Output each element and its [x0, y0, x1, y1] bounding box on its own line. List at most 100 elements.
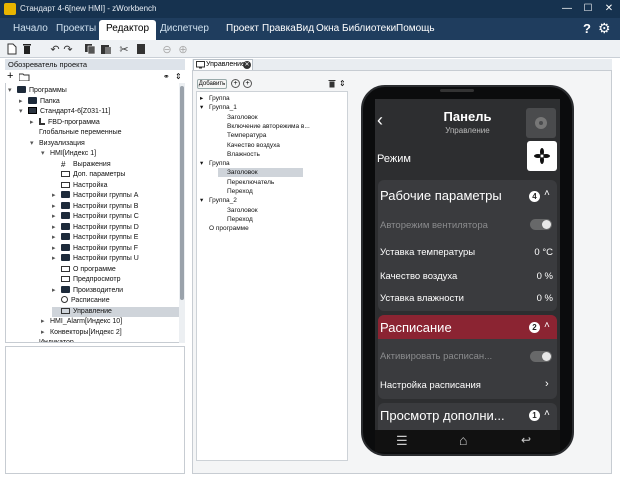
screen-list-item[interactable]: ▾ Группа: [200, 159, 230, 168]
close-window-button[interactable]: ✕: [602, 2, 616, 15]
reorder-icon[interactable]: ⇕: [339, 79, 346, 88]
screen-list-item[interactable]: Переключатель: [218, 178, 274, 187]
editor-tab-control[interactable]: Управление ✕: [193, 59, 253, 70]
tree-item[interactable]: ▸ FBD-программа: [30, 117, 100, 128]
chevron-right-icon[interactable]: ▸: [52, 254, 61, 264]
new-file-icon[interactable]: [5, 42, 19, 56]
chevron-right-icon[interactable]: ▸: [52, 286, 61, 296]
screen-list-item[interactable]: Переход: [218, 215, 253, 224]
tree-item[interactable]: ▸ Настройки группы D: [52, 222, 139, 233]
chevron-right-icon[interactable]: ▸: [52, 233, 61, 243]
chevron-right-icon[interactable]: ▸: [41, 317, 50, 327]
forward-nav-icon[interactable]: ⊕: [176, 42, 190, 56]
menu-icon[interactable]: ☰: [396, 433, 408, 449]
undo-icon[interactable]: ↶: [48, 42, 62, 56]
link-icon[interactable]: ⚭: [163, 72, 170, 81]
tree-item[interactable]: ▸ HMI_Alarm[Индекс 10]: [41, 317, 122, 327]
mode-fan-button[interactable]: [527, 141, 557, 171]
cut-icon[interactable]: ✂: [117, 42, 131, 56]
chevron-right-icon[interactable]: ▸: [200, 94, 209, 103]
paste-icon[interactable]: [99, 42, 113, 56]
chevron-down-icon[interactable]: ▾: [30, 139, 39, 149]
menu-help[interactable]: Помощь: [396, 23, 435, 34]
tree-item[interactable]: ▾ Программы: [8, 86, 67, 96]
menu-libraries[interactable]: Библиотеки: [342, 23, 396, 34]
chevron-down-icon[interactable]: ▾: [200, 103, 209, 112]
home-icon[interactable]: ⌂: [459, 432, 467, 448]
tree-item[interactable]: Предпросмотр: [52, 275, 120, 285]
chevron-up-icon[interactable]: ˄: [544, 188, 550, 199]
chevron-right-icon[interactable]: ▸: [52, 191, 61, 201]
tree-item[interactable]: О программе: [52, 265, 116, 275]
screen-list-item[interactable]: ▸ Группа: [200, 94, 230, 103]
tree-item[interactable]: Настройка: [52, 181, 107, 191]
copy-icon[interactable]: [83, 42, 97, 56]
tree-item[interactable]: ▸ Настройки группы C: [52, 212, 139, 222]
add-icon[interactable]: +: [7, 71, 13, 82]
add-child-circle-icon[interactable]: +: [243, 79, 252, 88]
tree-item[interactable]: ▸ Папка: [19, 96, 60, 107]
tree-item[interactable]: Индикатор: [30, 338, 74, 342]
add-element-button[interactable]: Добавить: [197, 79, 227, 89]
chevron-right-icon[interactable]: ▸: [52, 223, 61, 233]
chevron-right-icon[interactable]: ▸: [19, 97, 28, 107]
chevron-down-icon[interactable]: ▾: [41, 149, 50, 159]
tree-item[interactable]: Расписание: [52, 296, 110, 306]
minimize-button[interactable]: —: [560, 2, 574, 15]
tab-editor[interactable]: Редактор: [99, 20, 157, 40]
tab-dispatcher[interactable]: Диспетчер: [153, 20, 216, 40]
redo-icon[interactable]: ↷: [61, 42, 75, 56]
open-folder-icon[interactable]: [18, 73, 30, 83]
chevron-right-icon[interactable]: ▸: [30, 118, 39, 128]
tree-item[interactable]: ▸ Конвекторы[Индекс 2]: [41, 328, 122, 338]
trash-icon[interactable]: [20, 42, 34, 56]
delete-element-icon[interactable]: [328, 79, 336, 90]
screen-list-item[interactable]: Включение авторежима в...: [218, 122, 310, 131]
screen-list-item[interactable]: Заголовок: [218, 206, 258, 215]
tree-item[interactable]: Управление: [52, 306, 183, 317]
card-view-more-title[interactable]: Просмотр дополни...: [380, 408, 505, 423]
screen-list-item[interactable]: Заголовок: [218, 113, 258, 122]
tree-item[interactable]: ▸ Настройки группы F: [52, 243, 138, 254]
screen-list-item[interactable]: Заголовок: [218, 168, 303, 178]
chevron-down-icon[interactable]: ▾: [8, 86, 17, 96]
schedule-settings-label[interactable]: Настройка расписания: [380, 380, 481, 391]
back-nav-icon[interactable]: ⊖: [160, 42, 174, 56]
screen-list-item[interactable]: Качество воздуха: [218, 141, 280, 150]
sort-icon[interactable]: ⇕: [175, 72, 182, 81]
screen-list-item[interactable]: Температура: [218, 131, 266, 140]
menu-view[interactable]: Вид: [296, 23, 314, 34]
paste-special-icon[interactable]: [134, 42, 148, 56]
screen-list-item[interactable]: Переход: [218, 187, 253, 196]
chevron-down-icon[interactable]: ▾: [200, 159, 209, 168]
card-working-params-title[interactable]: Рабочие параметры: [380, 188, 502, 203]
screen-list-item[interactable]: О программе: [200, 224, 249, 233]
tree-item[interactable]: ▾ Визуализация: [30, 139, 85, 149]
help-icon[interactable]: ?: [583, 21, 591, 36]
chevron-down-icon[interactable]: ▾: [19, 107, 28, 117]
tree-item[interactable]: ▸ Настройки группы A: [52, 191, 138, 201]
maximize-button[interactable]: ☐: [581, 2, 595, 15]
auto-fan-toggle[interactable]: [530, 219, 552, 230]
menu-project[interactable]: Проект: [226, 23, 259, 34]
screen-list-item[interactable]: Влажность: [218, 150, 260, 159]
tree-item[interactable]: Глобальные переменные: [30, 128, 122, 138]
back-icon[interactable]: ↩: [521, 433, 531, 447]
screen-list-item[interactable]: ▾ Группа_2: [200, 196, 237, 205]
chevron-up-icon[interactable]: ˄: [544, 320, 550, 331]
tree-item[interactable]: ▸ Производители: [52, 285, 123, 296]
tab-projects[interactable]: Проекты: [49, 20, 103, 40]
menu-windows[interactable]: Окна: [316, 23, 339, 34]
gear-icon[interactable]: ⚙: [598, 20, 611, 37]
tree-scrollbar-thumb[interactable]: [180, 86, 184, 300]
tree-item[interactable]: ▸ Настройки группы E: [52, 233, 138, 243]
activate-schedule-toggle[interactable]: [530, 351, 552, 362]
chevron-right-icon[interactable]: ›: [545, 378, 549, 390]
tree-item[interactable]: ▸ Настройки группы B: [52, 201, 138, 212]
tree-item[interactable]: ▾ HMI[Индекс 1]: [41, 149, 96, 159]
close-tab-icon[interactable]: ✕: [243, 61, 251, 69]
menu-edit[interactable]: Правка: [262, 23, 296, 34]
tree-item[interactable]: ▾ Стандарт4-6[Z031-11]: [19, 107, 110, 117]
chevron-right-icon[interactable]: ▸: [41, 328, 50, 338]
chevron-down-icon[interactable]: ▾: [200, 196, 209, 205]
